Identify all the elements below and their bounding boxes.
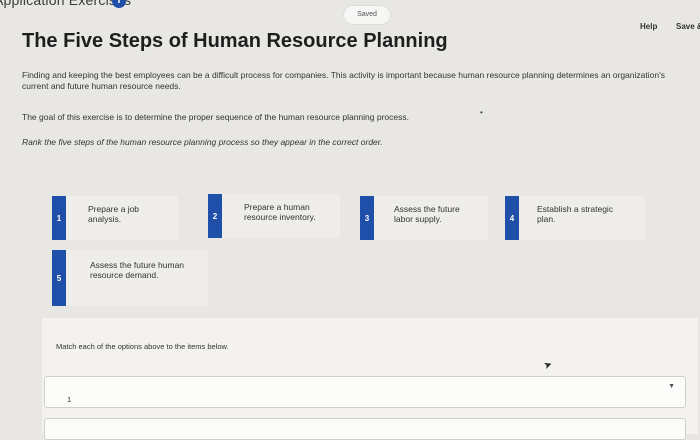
rank-number-badge: 5 — [52, 250, 66, 306]
match-dropdown[interactable] — [44, 418, 686, 440]
rank-card-text: Prepare a human resource inventory. — [244, 202, 316, 222]
rank-card[interactable]: 2 Prepare a human resource inventory. — [208, 194, 340, 238]
help-link[interactable]: Help — [640, 22, 657, 31]
page-title: The Five Steps of Human Resource Plannin… — [22, 30, 448, 52]
rank-card[interactable]: 5 Assess the future human resource deman… — [52, 250, 208, 306]
rank-number-badge: 3 — [360, 196, 374, 240]
intro-text: Finding and keeping the best employees c… — [22, 70, 665, 91]
rank-number-badge: 4 — [505, 196, 519, 240]
match-instruction: Match each of the options above to the i… — [56, 342, 229, 351]
match-dropdown[interactable]: 1 ▼ — [44, 376, 686, 408]
rank-card-text: Establish a strategic plan. — [537, 204, 614, 224]
rank-card[interactable]: 1 Prepare a job analysis. — [52, 196, 178, 240]
rank-card-text: Assess the future human resource demand. — [90, 260, 185, 280]
instruction-text: Rank the five steps of the human resourc… — [22, 137, 383, 147]
rank-card[interactable]: 4 Establish a strategic plan. — [505, 196, 645, 240]
rank-card[interactable]: 3 Assess the future labor supply. — [360, 196, 488, 240]
match-item-number: 1 — [67, 395, 72, 404]
cursor-icon: • — [480, 108, 483, 117]
rank-card-text: Prepare a job analysis. — [88, 204, 140, 224]
goal-text: The goal of this exercise is to determin… — [22, 112, 409, 122]
rank-number-badge: 2 — [208, 194, 222, 238]
saved-status-badge: Saved — [344, 6, 390, 24]
chevron-down-icon[interactable]: ▼ — [668, 383, 675, 390]
rank-card-text: Assess the future labor supply. — [394, 204, 460, 224]
save-exit-button[interactable]: Save & — [676, 22, 700, 31]
rank-number-badge: 1 — [52, 196, 66, 240]
